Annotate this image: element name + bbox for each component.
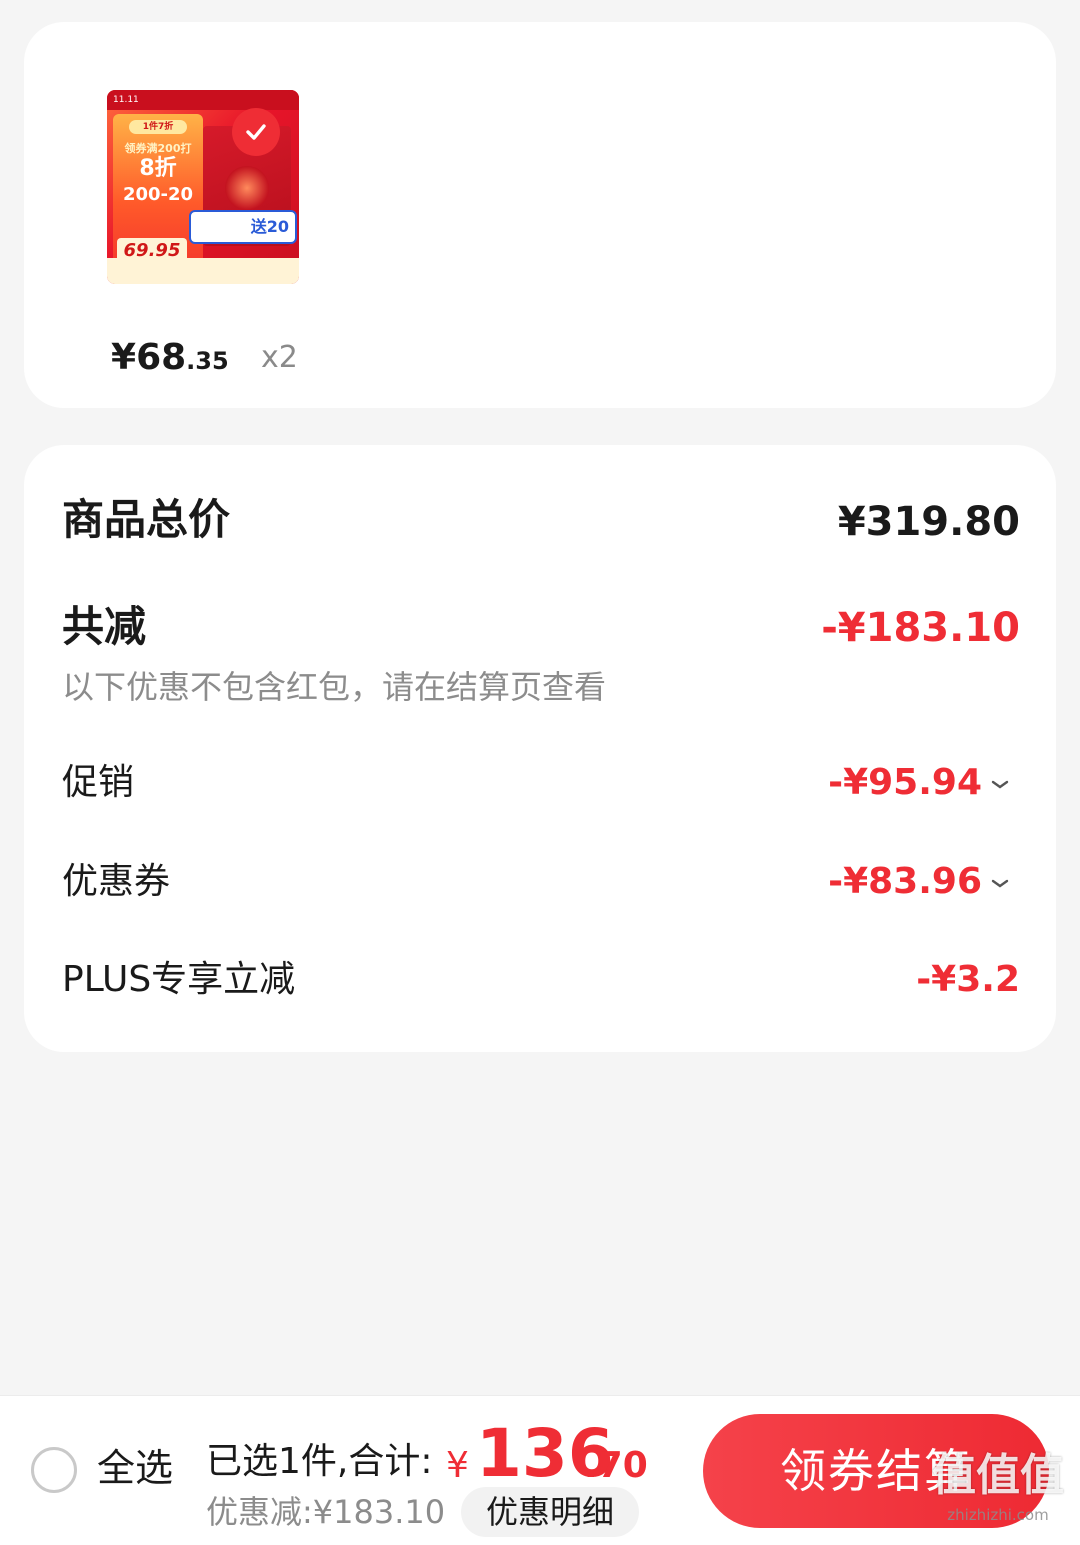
check-icon	[246, 124, 266, 140]
total-symbol: ¥	[446, 1445, 469, 1486]
chevron-down-icon	[991, 879, 1009, 888]
item-selected-check[interactable]	[232, 108, 280, 156]
thumb-tag: 1件7折	[129, 120, 187, 134]
product-card: 11.11 1件7折 领券满200打 8折 200-20 69.95 送20 ¥…	[24, 22, 1056, 408]
plus-discount-label: PLUS专享立减	[62, 959, 296, 1000]
unit-price: ¥68.35	[111, 338, 229, 381]
select-all-label[interactable]: 全选	[97, 1442, 173, 1494]
thumb-discount: 8折	[139, 156, 177, 181]
plus-discount-value: -¥3.2	[916, 959, 1020, 1000]
coupon-row[interactable]: -¥83.96	[828, 857, 1012, 907]
total-reduction-label: 共减	[62, 602, 147, 651]
quantity: x2	[261, 340, 298, 375]
price-symbol: ¥	[111, 337, 137, 378]
thumb-coupon: 200-20	[122, 184, 194, 205]
watermark-site: zhizhizhi.com	[947, 1506, 1049, 1524]
thumb-badge: 送20	[189, 210, 297, 244]
thumb-top-strip: 11.11	[107, 90, 299, 110]
discount-detail-button[interactable]: 优惠明细	[461, 1487, 639, 1537]
coupon-label: 优惠券	[62, 861, 171, 902]
thumb-emblem	[225, 166, 269, 210]
total-price-label: 商品总价	[62, 495, 231, 544]
promotion-label: 促销	[62, 762, 135, 803]
price-dec: .35	[186, 347, 229, 375]
total-amount-dec: .70	[584, 1445, 648, 1486]
total-price-value: ¥319.80	[837, 499, 1020, 545]
chevron-down-icon	[991, 780, 1009, 789]
coupon-value: -¥83.96	[828, 861, 982, 902]
checkout-bar: 全选 已选1件,合计: ¥ 136 .70 优惠减:¥183.10 优惠明细 领…	[0, 1395, 1080, 1545]
watermark-logo: 值值值	[932, 1450, 1064, 1501]
price-summary-card: 商品总价 ¥319.80 共减 -¥183.10 以下优惠不包含红包，请在结算页…	[24, 445, 1056, 1052]
promotion-value: -¥95.94	[828, 762, 982, 803]
price-int: 68	[136, 337, 187, 378]
thumb-bottom-strip	[107, 258, 299, 284]
watermark: 值值值 zhizhizhi.com	[928, 1448, 1068, 1538]
thumb-discount-text: 领券满200打 8折	[115, 142, 201, 182]
total-reduction-value: -¥183.10	[821, 605, 1020, 651]
discount-note: 以下优惠不包含红包，请在结算页查看	[62, 668, 607, 706]
promotion-row[interactable]: -¥95.94	[828, 758, 1012, 808]
selected-summary: 已选1件,合计:	[206, 1441, 433, 1482]
thumb-line1: 领券满200打	[124, 142, 192, 155]
discount-summary: 优惠减:¥183.10	[206, 1493, 446, 1531]
select-all-radio[interactable]	[31, 1447, 77, 1493]
